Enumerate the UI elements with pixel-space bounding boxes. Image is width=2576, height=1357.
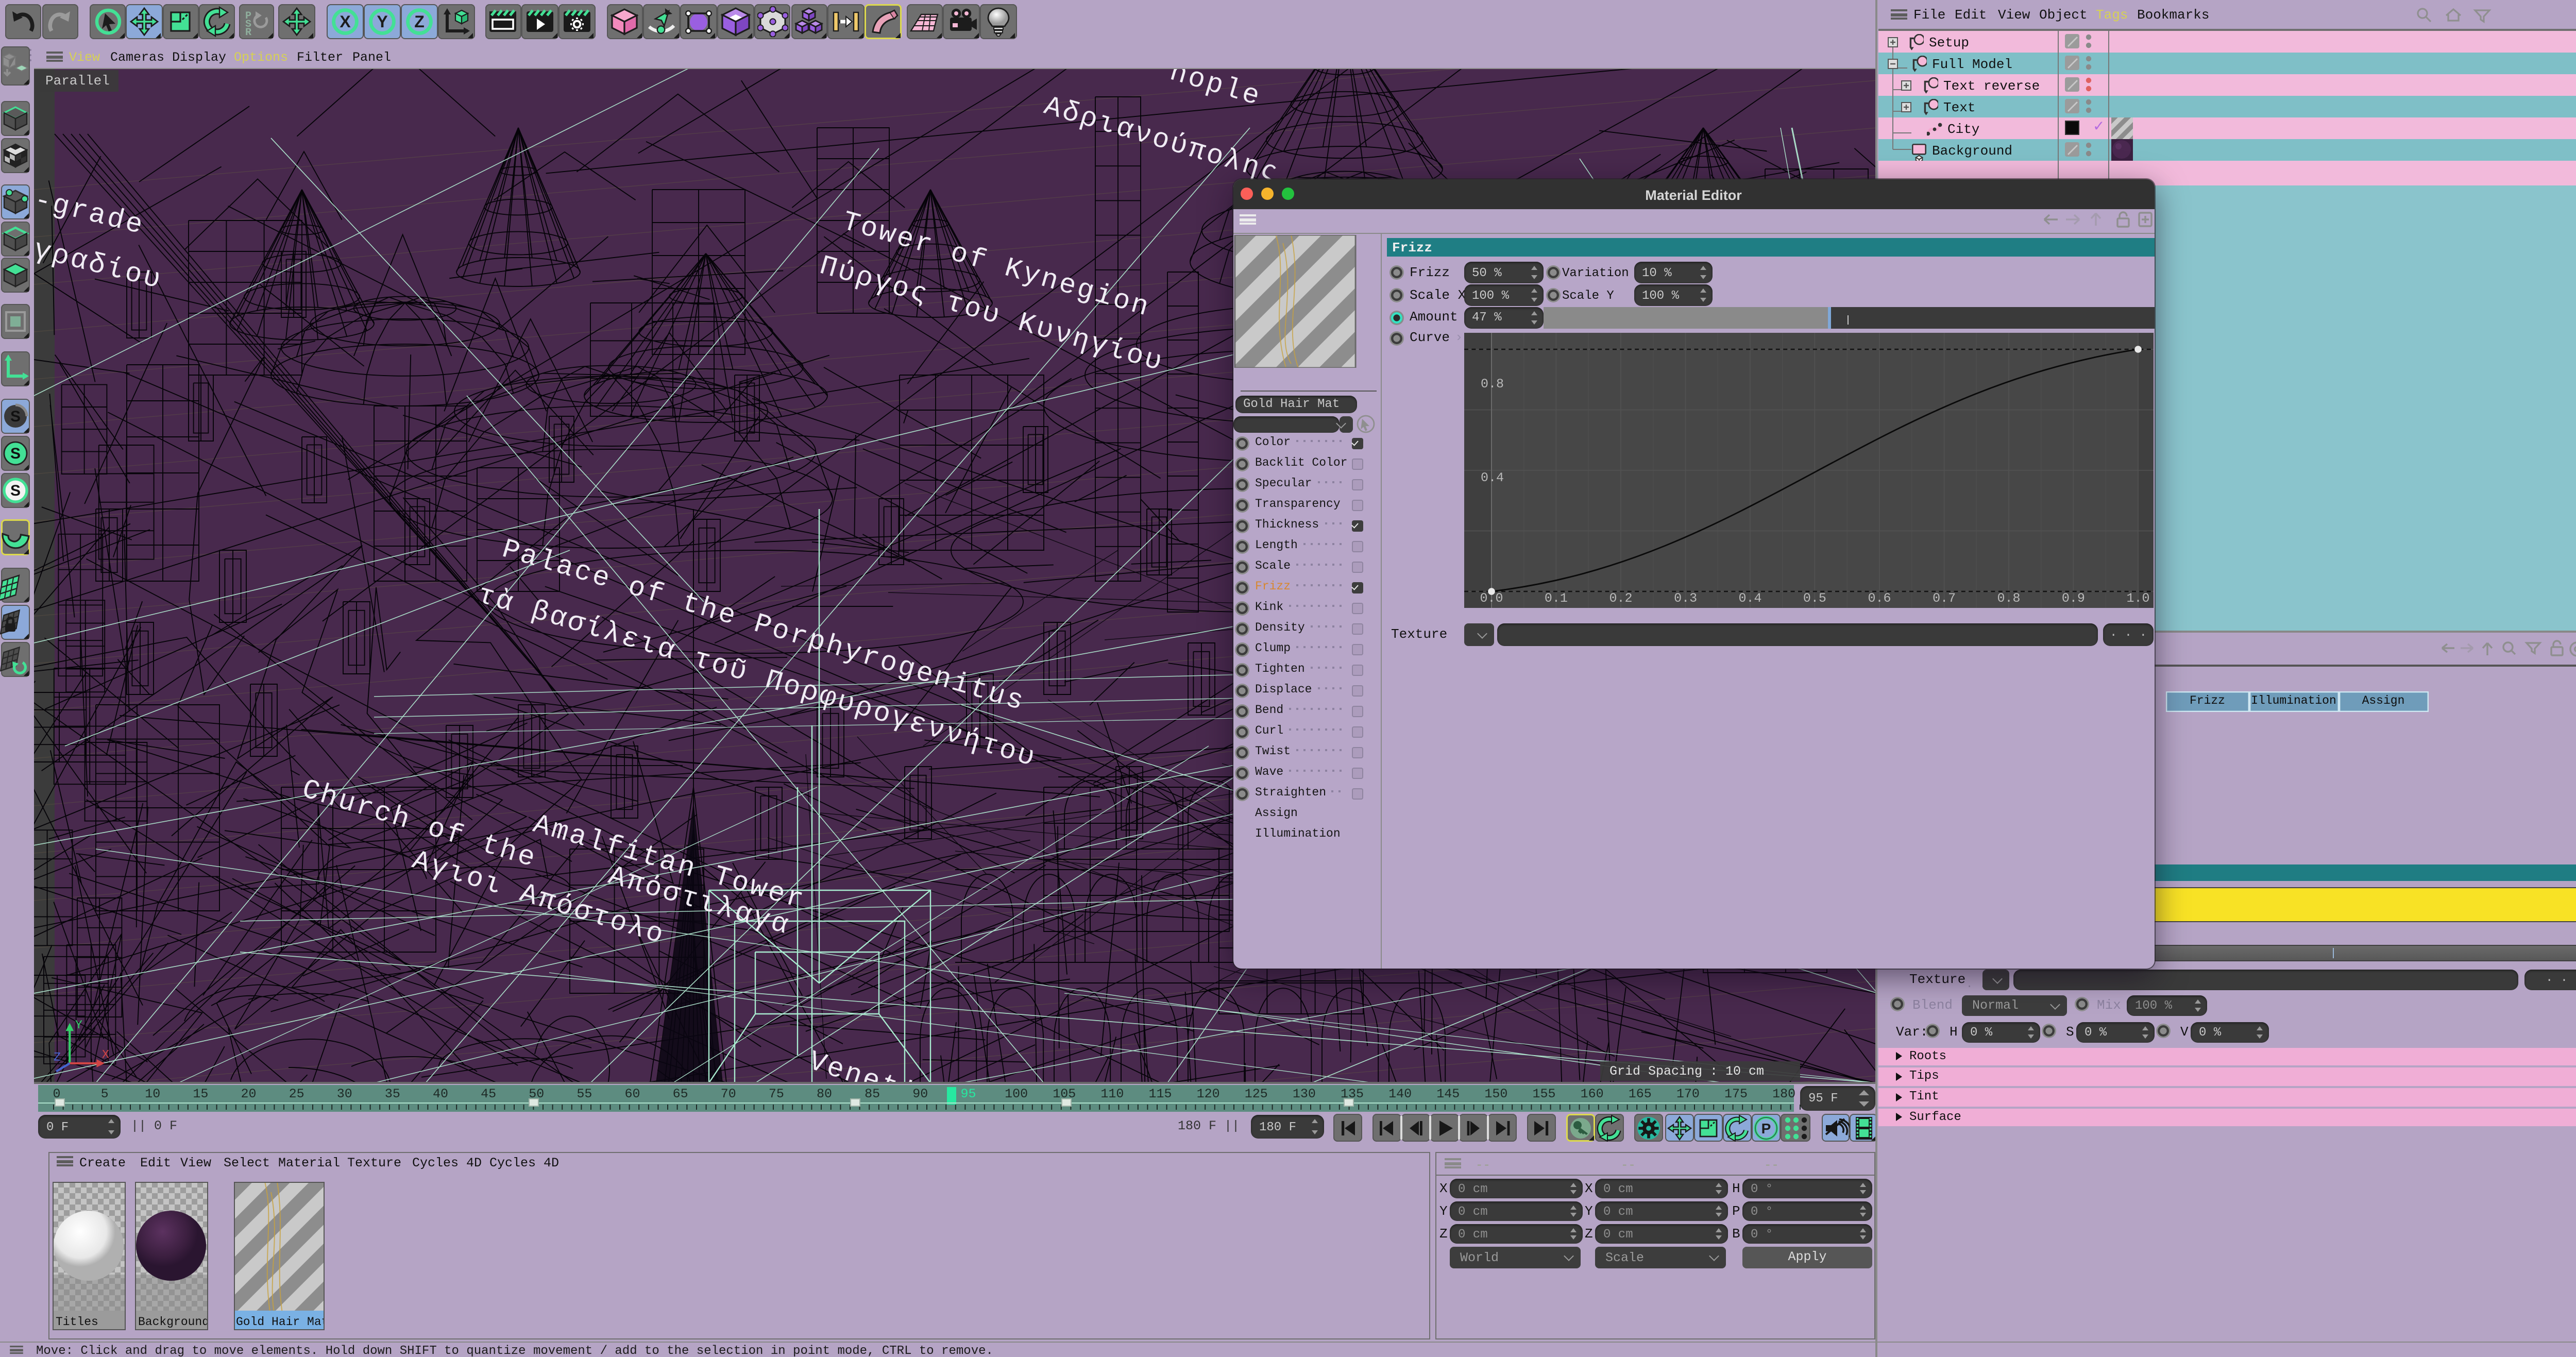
svg-text:X: X — [339, 12, 350, 31]
svg-text:P: P — [1761, 1120, 1771, 1136]
svg-text:X: X — [102, 1048, 109, 1062]
svg-text:R: R — [245, 27, 251, 36]
svg-text:S: S — [10, 445, 21, 462]
svg-text:Z: Z — [54, 1051, 61, 1065]
svg-text:Y: Y — [376, 12, 387, 31]
svg-text:S: S — [10, 482, 21, 499]
svg-text:Z: Z — [414, 12, 424, 31]
svg-text:S: S — [10, 408, 21, 425]
svg-text:Background: Background — [138, 1315, 208, 1329]
svg-text:Y: Y — [75, 1019, 82, 1032]
svg-text:Titles: Titles — [56, 1315, 98, 1329]
svg-text:Gold Hair Mat: Gold Hair Mat — [236, 1315, 325, 1329]
